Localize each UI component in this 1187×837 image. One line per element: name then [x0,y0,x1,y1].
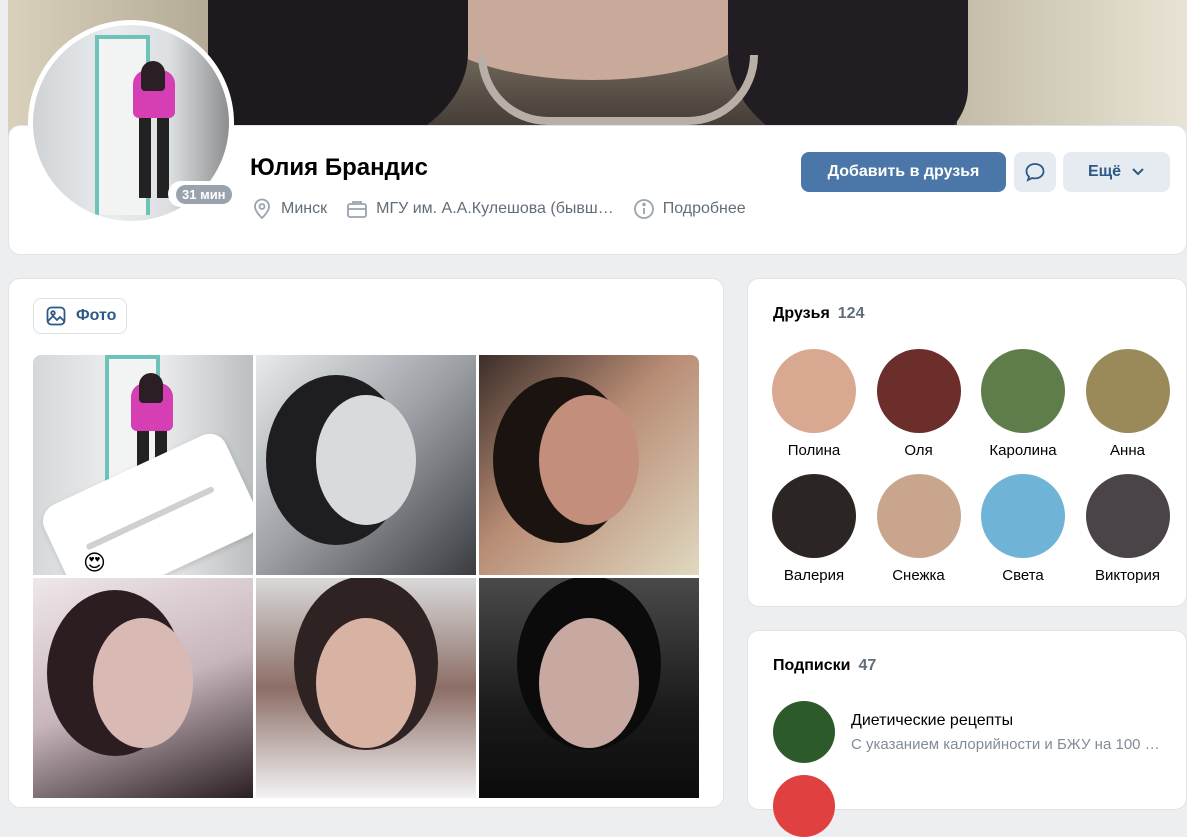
friend-avatar [1085,349,1170,433]
friends-count: 124 [837,305,865,322]
friend-item[interactable]: Валерия [762,474,866,584]
online-status-text: 31 мин [176,184,232,204]
info-icon [633,199,654,219]
photo-face [316,618,416,748]
photo-person-hair [139,373,163,403]
friends-title: Друзья [773,305,830,322]
friend-avatar [981,474,1065,558]
friend-name: Виктория [1094,567,1160,584]
photo-icon [46,306,66,326]
message-button[interactable] [1014,152,1056,192]
chevron-down-icon [1132,168,1144,176]
tab-photos-label: Фото [76,307,117,324]
details-link: Подробнее [662,200,746,217]
photo-grid: 😍 [33,355,699,798]
subscription-avatar [773,775,835,837]
photo-face [539,395,639,525]
photo-face [93,618,193,748]
friend-item[interactable]: Анна [1076,349,1180,459]
info-university[interactable]: МГУ им. А.А.Кулешова (бывш… [345,197,614,221]
message-icon [1025,163,1045,182]
friend-avatar [981,349,1065,433]
subscriptions-card: Подписки 47 Диетические рецепты С указан… [747,630,1187,837]
more-label: Ещё [1087,163,1122,180]
friend-name: Полина [787,442,841,459]
avatar-person-hair [141,61,165,91]
friend-name: Оля [904,442,933,459]
photo-thumbnail[interactable] [479,578,699,798]
friend-avatar [1085,474,1170,558]
subscription-item[interactable]: Диетические рецепты С указанием калорийн… [773,701,1171,763]
info-city[interactable]: Минск [250,197,327,221]
cover-hair-right [728,0,968,140]
location-icon [254,198,270,220]
subscription-title: Диетические рецепты [851,711,1014,729]
friends-header[interactable]: Друзья 124 [773,305,864,323]
photo-thumbnail[interactable] [479,355,699,575]
friend-avatar [772,349,856,433]
photo-thumbnail[interactable] [256,578,476,798]
online-status-badge: 31 мин [168,181,240,207]
city-label: Минск [281,200,328,217]
friends-card: Друзья 124 Полина Оля Каролина Анна Валерия С… [747,278,1187,607]
subscriptions-title: Подписки [773,657,851,674]
profile-name: Юлия Брандис [250,154,428,181]
photo-face [539,618,639,748]
friend-item[interactable]: Каролина [971,349,1075,459]
friend-name: Каролина [989,442,1057,459]
friend-avatar [772,474,856,558]
cover-bg-right [957,0,1187,140]
friend-avatar [876,474,961,558]
friend-item[interactable]: Света [971,474,1075,584]
friend-item[interactable]: Оля [867,349,971,459]
subscriptions-header[interactable]: Подписки 47 [773,657,876,675]
sticker-slider [85,485,215,551]
cover-necklace [478,55,758,125]
friend-name: Анна [1110,442,1145,459]
photo-thumbnail[interactable]: 😍 [33,355,253,575]
friend-name: Снежка [892,567,945,584]
tab-photos[interactable]: Фото [33,298,128,334]
friend-avatar [876,349,961,433]
more-button[interactable]: Ещё [1063,152,1170,192]
friend-name: Валерия [783,567,845,584]
add-friend-button[interactable]: Добавить в друзья [801,152,1006,192]
friend-name: Света [1002,567,1044,584]
university-label: МГУ им. А.А.Кулешова (бывш… [376,200,614,217]
subscriptions-count: 47 [858,657,877,674]
photo-thumbnail[interactable] [256,355,476,575]
subscription-avatar [773,701,835,763]
friend-item[interactable]: Полина [762,349,866,459]
avatar-person-legs [139,118,169,198]
photo-thumbnail[interactable] [33,578,253,798]
briefcase-icon [347,201,368,218]
heart-eyes-emoji: 😍 [83,550,106,575]
cover-hair-left [208,0,468,140]
info-details[interactable]: Подробнее [632,197,746,221]
profile-info-row: Минск МГУ им. А.А.Кулешова (бывш… Подроб… [250,197,746,221]
subscription-item[interactable] [773,775,851,837]
friend-item[interactable]: Снежка [867,474,971,584]
subscription-description: С указанием калорийности и БЖУ на 100 … [851,735,1160,753]
photo-face [316,395,416,525]
friend-item[interactable]: Виктория [1076,474,1180,584]
